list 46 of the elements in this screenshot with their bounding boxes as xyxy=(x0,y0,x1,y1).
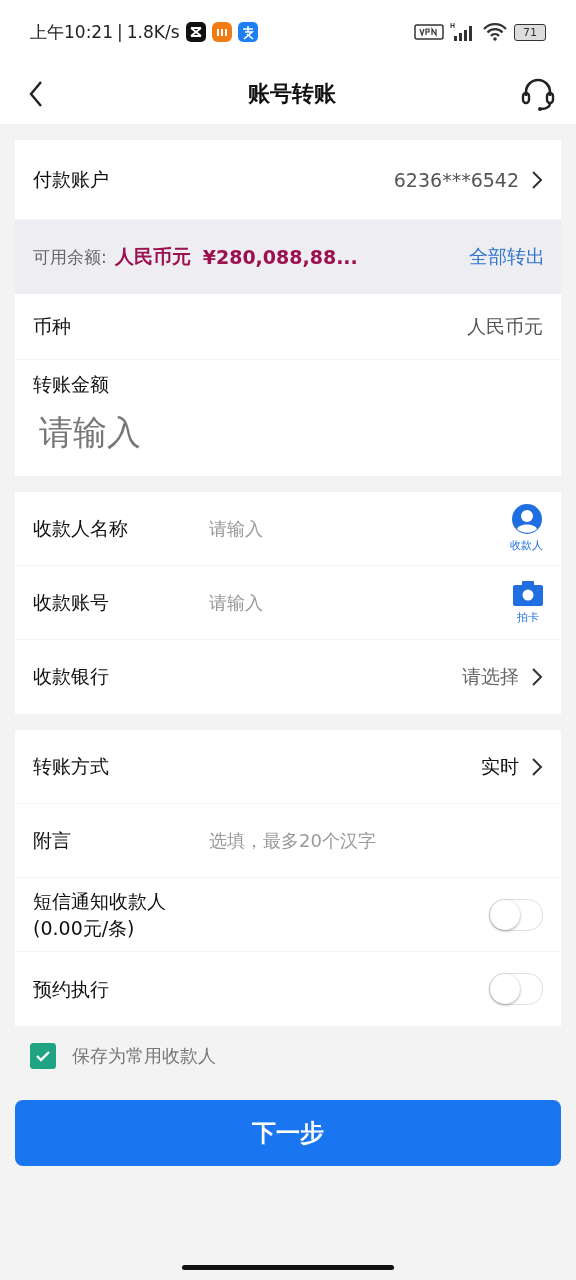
checkbox[interactable] xyxy=(30,1043,56,1069)
balance-currency: 人民币元 xyxy=(114,244,191,269)
select-row[interactable]: 收款银行 请选择 xyxy=(15,640,561,714)
back-icon[interactable] xyxy=(28,80,44,108)
toggle-switch[interactable] xyxy=(489,898,543,931)
currency-value: 人民币元 xyxy=(467,313,543,339)
app-icon xyxy=(185,22,206,42)
row-label: 预约执行 xyxy=(33,976,110,1002)
toggle-switch[interactable] xyxy=(489,973,543,1005)
row-value: 请选择 xyxy=(462,664,519,689)
contact-button[interactable]: 收款人 xyxy=(510,504,543,553)
person-icon xyxy=(511,504,542,534)
next-button[interactable]: 下一步 xyxy=(15,1100,561,1166)
row-value: 实时 xyxy=(481,753,519,779)
row-sublabel: (0.00元/条) xyxy=(33,915,136,941)
wifi-icon xyxy=(482,22,508,42)
network-speed: 1.8K/s xyxy=(126,22,180,42)
row-label: 转账金额 xyxy=(33,372,110,397)
battery-icon: 71 xyxy=(514,23,546,41)
status-time: 上午10:21 xyxy=(30,20,113,44)
camera-icon xyxy=(513,580,543,606)
app-icon xyxy=(237,22,258,42)
select-row[interactable]: 转账方式 实时 xyxy=(15,730,561,804)
status-separator: | xyxy=(117,22,123,42)
balance-amount: ¥280,088,88... xyxy=(202,246,358,268)
headset-icon[interactable] xyxy=(520,76,556,112)
row-label: 收款账号 xyxy=(33,589,110,615)
chevron-icon xyxy=(531,756,543,777)
row-label: 收款人名称 xyxy=(33,515,129,541)
app-icon xyxy=(211,22,232,42)
row-label: 转账方式 xyxy=(33,753,109,779)
check-icon xyxy=(35,1050,51,1062)
row-label: 短信通知收款人 xyxy=(33,888,167,914)
row-label: 付款账户 xyxy=(33,166,109,192)
checkbox-label: 保存为常用收款人 xyxy=(72,1044,216,1068)
account-number: 6236***6542 xyxy=(393,168,519,191)
balance-label: 可用余额: xyxy=(33,245,107,269)
vpn-icon xyxy=(414,24,444,40)
page-title: 账号转账 xyxy=(248,80,336,108)
chevron-icon xyxy=(531,667,543,687)
scan-card-button[interactable]: 拍卡 xyxy=(513,580,543,625)
row-label: 收款银行 xyxy=(33,664,109,689)
row-label: 币种 xyxy=(33,313,71,339)
row-label: 附言 xyxy=(33,827,72,853)
chevron-icon xyxy=(531,169,543,190)
transfer-all-link[interactable]: 全部转出 xyxy=(469,244,545,270)
